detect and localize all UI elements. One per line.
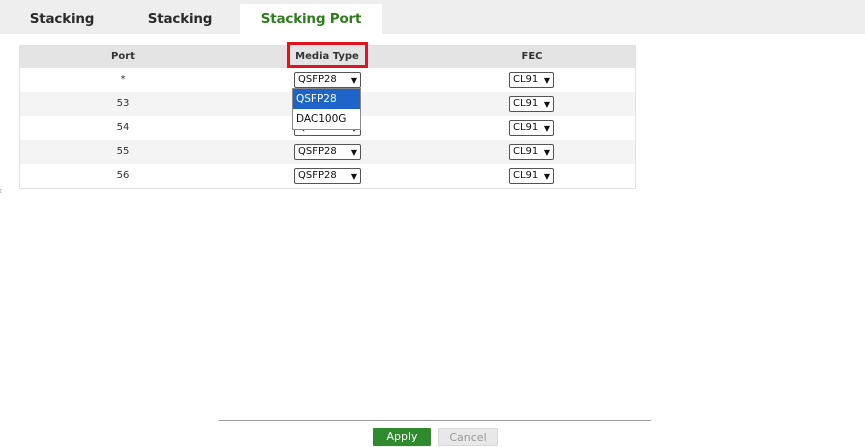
tab-stacking-setup[interactable]: Stacking Setup [126,4,234,57]
chevron-down-icon: ▼ [543,148,550,157]
apply-button[interactable]: Apply [373,428,431,446]
chevron-down-icon: ▼ [350,76,357,85]
tab-stacking-port-setup[interactable]: Stacking Port Setup [240,4,382,57]
port-cell: 53 [116,98,130,109]
media-type-select[interactable]: QSFP28 ▼ [294,72,361,88]
table-header: Port Media Type FEC [20,46,635,68]
table-row: 55 QSFP28 ▼ CL91 ▼ [20,140,635,164]
fec-select[interactable]: CL91 ▼ [509,120,554,136]
tab-stacking-status[interactable]: Stacking Status [10,4,114,57]
tab-bar: Stacking Status Stacking Setup Stacking … [0,0,865,57]
chevron-down-icon: ▼ [350,148,357,157]
cancel-button[interactable]: Cancel [438,428,498,446]
fec-value: CL91 [513,146,539,157]
media-type-value: QSFP28 [298,170,337,181]
media-type-value: QSFP28 [298,74,337,85]
fec-select[interactable]: CL91 ▼ [509,144,554,160]
table-row: 56 QSFP28 ▼ CL91 ▼ [20,164,635,188]
header-fec: FEC [521,51,543,62]
chevron-down-icon: ▼ [543,100,550,109]
header-media-type: Media Type [295,51,359,62]
port-cell: 56 [116,170,130,181]
fec-value: CL91 [513,74,539,85]
fec-value: CL91 [513,170,539,181]
port-cell: 55 [116,146,130,157]
media-type-value: QSFP28 [298,146,337,157]
fec-select[interactable]: CL91 ▼ [509,72,554,88]
fec-select[interactable]: CL91 ▼ [509,168,554,184]
fec-value: CL91 [513,122,539,133]
port-cell: * [120,74,126,85]
chevron-down-icon: ▼ [543,76,550,85]
media-type-select[interactable]: QSFP28 ▼ [294,144,361,160]
collapse-handle-icon[interactable]: ‹ [0,184,2,197]
media-type-select[interactable]: QSFP28 ▼ [294,168,361,184]
content-area: ‹ Port Media Type FEC * QSFP28 ▼ CL91 ▼ … [0,34,865,446]
port-cell: 54 [116,122,130,133]
chevron-down-icon: ▼ [350,172,357,181]
header-port: Port [111,51,135,62]
chevron-down-icon: ▼ [543,172,550,181]
chevron-down-icon: ▼ [543,124,550,133]
media-type-dropdown-list[interactable]: QSFP28 DAC100G [292,88,361,130]
footer-divider [219,420,651,421]
dropdown-option-qsfp28[interactable]: QSFP28 [293,89,360,109]
dropdown-option-dac100g[interactable]: DAC100G [293,109,360,129]
fec-select[interactable]: CL91 ▼ [509,96,554,112]
fec-value: CL91 [513,98,539,109]
